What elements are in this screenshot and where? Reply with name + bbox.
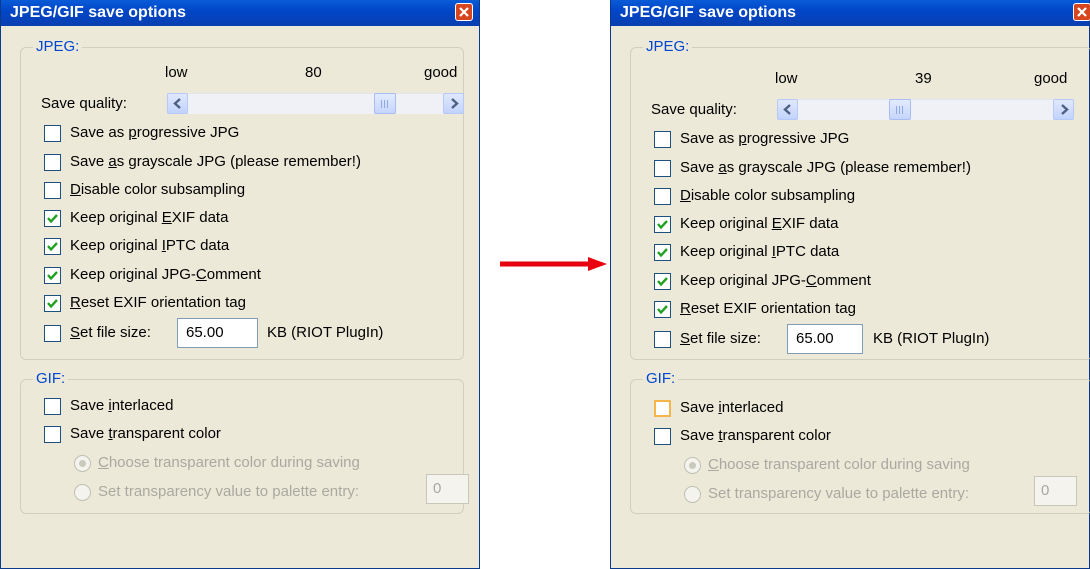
file-size-unit: KB (RIOT PlugIn) (873, 330, 990, 347)
title-bar: JPEG/GIF save options (611, 0, 1090, 26)
set-palette-radio[interactable] (74, 484, 91, 501)
comment-checkbox[interactable] (654, 273, 671, 290)
save-options-dialog-after: JPEG/GIF save options JPEG: low 39 good … (610, 0, 1090, 569)
chevron-right-icon (1060, 104, 1069, 115)
orientation-checkbox[interactable] (44, 295, 61, 312)
slider-left-button[interactable] (167, 93, 188, 114)
grayscale-checkbox[interactable] (654, 160, 671, 177)
quality-slider-thumb[interactable] (374, 93, 396, 114)
quality-slider-track[interactable] (188, 93, 443, 114)
interlaced-checkbox[interactable] (654, 400, 671, 417)
save-quality-label: Save quality: (651, 101, 737, 118)
orientation-checkbox[interactable] (654, 301, 671, 318)
checkmark-icon (657, 305, 668, 315)
close-icon (1077, 7, 1087, 17)
file-size-label: Set file size: (680, 330, 761, 347)
exif-label: Keep original EXIF data (70, 209, 229, 226)
subsampling-checkbox[interactable] (44, 182, 61, 199)
subsampling-label: Disable color subsampling (680, 187, 856, 204)
checkmark-icon (47, 242, 58, 252)
slider-left-button[interactable] (777, 99, 798, 120)
grayscale-checkbox[interactable] (44, 154, 61, 171)
set-palette-label: Set transparency value to palette entry: (708, 485, 969, 502)
file-size-label: Set file size: (70, 324, 151, 341)
file-size-input[interactable]: 65.00 (787, 324, 863, 354)
grayscale-label: Save as grayscale JPG (please remember!) (70, 153, 361, 170)
iptc-checkbox[interactable] (654, 244, 671, 261)
quality-value: 80 (305, 64, 322, 81)
checkmark-icon (657, 248, 668, 258)
close-button[interactable] (1073, 3, 1090, 21)
gif-group-label: GIF: (643, 370, 679, 387)
exif-checkbox[interactable] (44, 210, 61, 227)
transparent-checkbox[interactable] (44, 426, 61, 443)
iptc-label: Keep original IPTC data (70, 237, 230, 254)
transparent-label: Save transparent color (680, 427, 831, 444)
dialog-title: JPEG/GIF save options (10, 4, 187, 21)
title-bar: JPEG/GIF save options (1, 0, 479, 26)
jpeg-group-label: JPEG: (33, 38, 83, 55)
comment-checkbox[interactable] (44, 267, 61, 284)
choose-color-radio[interactable] (684, 457, 701, 474)
exif-label: Keep original EXIF data (680, 215, 839, 232)
palette-entry-input[interactable]: 0 (426, 474, 469, 504)
progressive-label: Save as progressive JPG (70, 124, 240, 141)
set-palette-radio[interactable] (684, 486, 701, 503)
iptc-checkbox[interactable] (44, 238, 61, 255)
transition-arrow-icon (500, 257, 607, 271)
checkmark-icon (47, 271, 58, 281)
quality-low-label: low (775, 70, 798, 87)
checkmark-icon (47, 299, 58, 309)
orientation-label: Reset EXIF orientation tag (680, 300, 856, 317)
chevron-right-icon (450, 98, 459, 109)
slider-right-button[interactable] (1053, 99, 1074, 120)
interlaced-label: Save interlaced (70, 397, 174, 414)
transparent-label: Save transparent color (70, 425, 221, 442)
transparent-checkbox[interactable] (654, 428, 671, 445)
progressive-checkbox[interactable] (654, 131, 671, 148)
grayscale-label: Save as grayscale JPG (please remember!) (680, 159, 971, 176)
quality-good-label: good (1034, 70, 1068, 87)
file-size-input[interactable]: 65.00 (177, 318, 258, 348)
subsampling-label: Disable color subsampling (70, 181, 246, 198)
save-options-dialog-before: JPEG/GIF save options JPEG: low 80 good … (0, 0, 480, 569)
choose-color-radio[interactable] (74, 455, 91, 472)
choose-color-label: Choose transparent color during saving (98, 454, 360, 471)
chevron-left-icon (782, 104, 791, 115)
interlaced-label: Save interlaced (680, 399, 784, 416)
file-size-checkbox[interactable] (654, 331, 671, 348)
checkmark-icon (657, 277, 668, 287)
gif-group-label: GIF: (33, 370, 69, 387)
dialog-title: JPEG/GIF save options (620, 4, 797, 21)
palette-entry-input[interactable]: 0 (1034, 476, 1077, 506)
progressive-label: Save as progressive JPG (680, 130, 850, 147)
checkmark-icon (47, 214, 58, 224)
subsampling-checkbox[interactable] (654, 188, 671, 205)
comment-label: Keep original JPG-Comment (680, 272, 871, 289)
chevron-left-icon (172, 98, 181, 109)
progressive-checkbox[interactable] (44, 125, 61, 142)
quality-value: 39 (915, 70, 932, 87)
close-icon (459, 7, 469, 17)
close-button[interactable] (455, 3, 473, 21)
quality-good-label: good (424, 64, 458, 81)
save-quality-label: Save quality: (41, 95, 127, 112)
quality-low-label: low (165, 64, 188, 81)
interlaced-checkbox[interactable] (44, 398, 61, 415)
iptc-label: Keep original IPTC data (680, 243, 840, 260)
quality-slider-track[interactable] (798, 99, 1053, 120)
file-size-checkbox[interactable] (44, 325, 61, 342)
file-size-unit: KB (RIOT PlugIn) (267, 324, 384, 341)
choose-color-label: Choose transparent color during saving (708, 456, 970, 473)
exif-checkbox[interactable] (654, 216, 671, 233)
slider-right-button[interactable] (443, 93, 464, 114)
comment-label: Keep original JPG-Comment (70, 266, 261, 283)
quality-slider-thumb[interactable] (889, 99, 911, 120)
orientation-label: Reset EXIF orientation tag (70, 294, 246, 311)
jpeg-group-label: JPEG: (643, 38, 693, 55)
checkmark-icon (657, 220, 668, 230)
set-palette-label: Set transparency value to palette entry: (98, 483, 359, 500)
